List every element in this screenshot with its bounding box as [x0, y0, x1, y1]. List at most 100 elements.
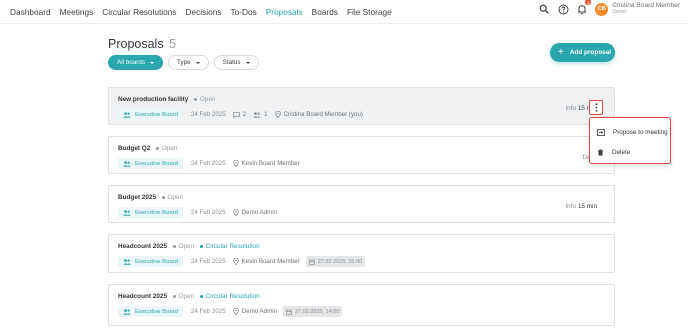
more-options-button[interactable] [589, 100, 603, 115]
presenter: Kevin Board Member [232, 160, 300, 167]
board-tag: Executive Board [118, 109, 183, 120]
users-icon [123, 160, 131, 167]
comment-count: 2 [232, 111, 247, 118]
nav-meetings[interactable]: Meetings [60, 7, 94, 17]
location-pin-icon [232, 209, 239, 216]
delete-label: Delete [612, 148, 631, 156]
duration-value: 15 min [577, 203, 597, 210]
add-proposal-button[interactable]: + Add proposal [550, 43, 615, 62]
user-name: Cristina Board Member [612, 1, 680, 9]
avatar[interactable]: CB [595, 2, 609, 16]
proposal-card[interactable]: Budget Q2 Open Executive Board 24 Feb 20… [108, 136, 616, 174]
deadline-value: 27.02.2025, 15:00 [317, 258, 363, 265]
location-pin-icon [232, 160, 239, 167]
users-icon [123, 209, 131, 216]
board-tag: Executive Board [118, 207, 183, 218]
proposal-meta: Executive Board 24 Feb 2025 2 1 Cristina… [118, 109, 363, 120]
nav-todos[interactable]: To-Dos [230, 7, 256, 17]
user-org: Demo [612, 9, 627, 16]
board-tag-label: Executive Board [135, 209, 178, 216]
proposal-card[interactable]: Headcount 2025 Open Circular Resolution … [108, 234, 615, 273]
bell-icon[interactable]: 1 [575, 0, 592, 16]
proposal-title-text: Headcount 2025 [118, 243, 168, 250]
proposal-context-menu: Propose to meeting Delete [589, 117, 671, 164]
presenter: Demo Admin [232, 308, 278, 315]
users-icon [123, 111, 131, 118]
deadline-badge: 27.02.2025, 15:00 [305, 256, 366, 267]
user-menu[interactable]: Cristina Board Member Demo [612, 1, 680, 16]
page-title: Proposals 5 [108, 37, 176, 51]
deadline-badge: 27.02.2025, 14:00 [283, 306, 343, 317]
nav-right-tools: 1 CB Cristina Board Member Demo [537, 0, 680, 16]
status-badge: Open [162, 194, 183, 201]
attendee-count: 1 [253, 111, 268, 118]
board-tag-label: Executive Board [135, 258, 178, 265]
presenter: Demo Admin [232, 209, 278, 216]
more-vertical-icon [595, 103, 597, 112]
plus-icon: + [558, 46, 564, 58]
filter-status[interactable]: Status [213, 55, 259, 70]
chevron-down-icon [245, 61, 250, 64]
nav-file-storage[interactable]: File Storage [347, 7, 392, 17]
attendee-count-value: 1 [264, 111, 268, 118]
presenter: Cristina Board Member (you) [274, 111, 363, 118]
filter-type[interactable]: Type [168, 55, 209, 70]
presenter-name: Demo Admin [241, 209, 278, 216]
filter-all-boards-label: All boards [117, 59, 146, 66]
proposal-card[interactable]: Headcount 2025 Open Circular Resolution … [108, 284, 615, 326]
board-tag: Executive Board [118, 306, 183, 317]
proposal-date: 24 Feb 2025 [190, 160, 226, 167]
board-tag-label: Executive Board [135, 160, 178, 167]
top-navigation: Dashboard Meetings Circular Resolutions … [0, 0, 688, 24]
nav-decisions[interactable]: Decisions [186, 7, 222, 17]
status-badge: Open [156, 145, 177, 152]
comment-count-value: 2 [242, 111, 247, 118]
proposal-date: 24 Feb 2025 [190, 111, 226, 118]
nav-dashboard[interactable]: Dashboard [10, 7, 51, 17]
page-title-text: Proposals [108, 37, 164, 51]
presenter-name: Kevin Board Member [241, 258, 300, 265]
help-icon[interactable] [556, 2, 570, 16]
resolution-tag: Circular Resolution [200, 293, 260, 300]
proposal-title-text: Headcount 2025 [118, 293, 168, 300]
users-icon [123, 258, 131, 265]
proposal-card[interactable]: Budget 2025 Open Executive Board 24 Feb … [108, 185, 615, 223]
search-icon[interactable] [537, 2, 551, 16]
status-badge: Open [194, 96, 215, 103]
calendar-icon [286, 309, 292, 315]
filter-type-label: Type [177, 59, 191, 66]
proposal-date: 24 Feb 2025 [190, 308, 226, 315]
proposal-meta: Executive Board 24 Feb 2025 Kevin Board … [118, 158, 300, 169]
proposal-title-text: New production facility [118, 96, 189, 103]
main-nav: Dashboard Meetings Circular Resolutions … [10, 7, 392, 17]
proposal-date: 24 Feb 2025 [190, 258, 226, 265]
nav-boards[interactable]: Boards [312, 7, 338, 17]
presenter-name: Cristina Board Member (you) [283, 111, 363, 118]
proposal-count: 5 [169, 37, 177, 51]
presenter-name: Demo Admin [241, 308, 278, 315]
users-icon [123, 308, 131, 315]
nav-proposals[interactable]: Proposals [266, 7, 303, 17]
propose-to-meeting-item[interactable]: Propose to meeting [590, 123, 670, 141]
presenter-name: Kevin Board Member [241, 160, 300, 167]
proposal-card[interactable]: New production facility Open Executive B… [108, 87, 615, 125]
comment-icon [232, 111, 240, 118]
board-tag-label: Executive Board [135, 111, 178, 118]
status-badge: Open [173, 243, 194, 250]
add-proposal-label: Add proposal [569, 49, 612, 56]
proposal-title-text: Budget Q2 [118, 145, 151, 152]
delete-item[interactable]: Delete [590, 143, 670, 161]
board-tag-label: Executive Board [135, 308, 178, 315]
proposal-meta: Executive Board 24 Feb 2025 Kevin Board … [118, 256, 366, 267]
proposal-type: Info [565, 203, 577, 210]
trash-icon [598, 148, 603, 156]
status-badge: Open [173, 293, 194, 300]
board-tag: Executive Board [118, 256, 183, 267]
proposal-title: Budget Q2 Open [118, 145, 177, 152]
filter-all-boards[interactable]: All boards [108, 55, 164, 70]
presenter: Kevin Board Member [232, 258, 300, 265]
nav-circular-resolutions[interactable]: Circular Resolutions [102, 7, 176, 17]
deadline-value: 27.02.2025, 14:00 [295, 308, 340, 315]
location-pin-icon [232, 258, 239, 265]
board-tag: Executive Board [118, 158, 183, 169]
